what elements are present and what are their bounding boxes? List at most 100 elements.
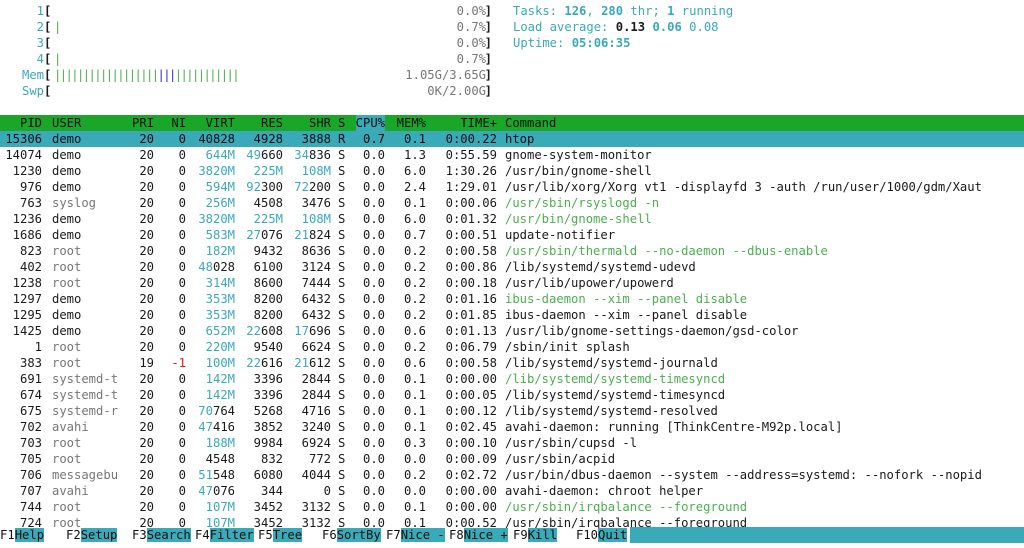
cell-time: 0:00.22	[445, 132, 497, 146]
column-virt[interactable]: VIRT	[206, 115, 235, 131]
table-row[interactable]: 702 avahi 20 0 47416 3852 3240 S 0.0 0.1 0:02.45 av…	[0, 419, 1024, 435]
cell-shr: 3476	[301, 196, 331, 210]
column-pri[interactable]: PRI	[132, 115, 154, 131]
cell-state: S	[338, 180, 346, 194]
cell-time: 0:00.09	[445, 452, 497, 466]
table-row[interactable]: 1238 root 20 0 314M 8600 7444 S 0.0 0.2 0:00.18/us…	[0, 275, 1024, 291]
table-row[interactable]: 691 systemd-t 20 0 142M 3396 2844 S 0.0 0.1 0:00.0…	[0, 371, 1024, 387]
fkey-setup[interactable]: F2Setup	[66, 527, 118, 543]
table-row[interactable]: 705 root 20 0 4548 832 772 S 0.0 0.0 0:00.09/usr/s…	[0, 451, 1024, 467]
table-row[interactable]: 1686 demo 20 0 583M 27076 21824 S 0.0 0.7 0:00.51 u…	[0, 227, 1024, 243]
table-row[interactable]: 1295 demo 20 0 353M 8200 6432 S 0.0 0.2 0:01.85 ibu…	[0, 307, 1024, 323]
cell-user: root	[52, 340, 82, 354]
cell-command: /usr/lib/gnome-settings-daemon/gsd-color	[505, 324, 799, 338]
table-row[interactable]: 675 systemd-r 20 0 70764 5268 4716 S 0.0 0.1 0:00.…	[0, 403, 1024, 419]
table-row[interactable]: 744 root 20 0 107M 3452 3132 S 0.0 0.1 0:00.00/usr…	[0, 499, 1024, 515]
fkey-number: F5	[258, 528, 273, 542]
column-cpu[interactable]: CPU%	[355, 115, 385, 131]
cell-mem: 0.1	[403, 132, 426, 146]
cell-time: 0:01.16	[445, 292, 497, 306]
cell-user: demo	[52, 164, 82, 178]
table-row[interactable]: 707 avahi 20 0 47076 344 0 S 0.0 0.0 0:00.00 avahi-…	[0, 483, 1024, 499]
column-user[interactable]: USER	[52, 115, 81, 131]
cell-pid: 675	[19, 404, 42, 418]
table-row[interactable]: 674 systemd-t 20 0 142M 3396 2844 S 0.0 0.1 0:00.0…	[0, 387, 1024, 403]
cell-ni: 0	[178, 308, 186, 322]
cell-pri: 20	[139, 276, 154, 290]
cell-ni: 0	[178, 324, 186, 338]
table-row[interactable]: 703 root 20 0 188M 9984 6924 S 0.0 0.3 0:00.10/usr…	[0, 435, 1024, 451]
fkey-number: F2	[66, 528, 81, 542]
process-table[interactable]: PID USER PRI NI VIRT RES SHR S CPU% MEM%…	[0, 115, 1024, 531]
cell-mem: 0.2	[403, 292, 426, 306]
meter-label: Mem	[21, 68, 44, 82]
cell-shr: 8636	[301, 244, 331, 258]
table-row[interactable]: 402 root 20 0 48028 6100 3124 S 0.0 0.2 0:00.86/li…	[0, 259, 1024, 275]
cell-user: root	[52, 276, 82, 290]
fkey-quit[interactable]: F10Quit	[576, 527, 628, 543]
cell-virt: 353M	[205, 308, 235, 322]
column-shr[interactable]: SHR	[309, 115, 331, 131]
table-row[interactable]: 1230 demo 20 0 3820M 225M 108M S 0.0 6.0 1:30.26/u…	[0, 163, 1024, 179]
cell-time: 0:00.05	[445, 388, 497, 402]
cell-shr: 108M	[301, 212, 331, 226]
column-pid[interactable]: PID	[20, 115, 42, 131]
cell-mem: 0.3	[403, 436, 426, 450]
cell-user: systemd-t	[52, 372, 119, 386]
table-row[interactable]: 823 root 20 0 182M 9432 8636 S 0.0 0.2 0:00.58/usr…	[0, 243, 1024, 259]
cell-pid: 15306	[5, 132, 42, 146]
cell-virt: 652M	[205, 324, 235, 338]
cell-user: demo	[52, 180, 82, 194]
cell-pri: 20	[139, 420, 154, 434]
cell-cpu: 0.0	[362, 372, 385, 386]
cell-command: /usr/sbin/thermald --no-daemon --dbus-en…	[505, 244, 828, 258]
cell-command: ibus-daemon --xim --panel disable	[505, 308, 748, 322]
cell-pid: 707	[19, 484, 42, 498]
cell-mem: 0.6	[403, 356, 426, 370]
table-row[interactable]: 1297 demo 20 0 353M 8200 6432 S 0.0 0.2 0:01.16 ibu…	[0, 291, 1024, 307]
cell-mem: 0.1	[403, 196, 426, 210]
column-state[interactable]: S	[338, 115, 345, 131]
cell-mem: 0.1	[403, 500, 426, 514]
table-row[interactable]: 763 syslog 20 0 256M 4508 3476 S 0.0 0.1 0:00.06/u…	[0, 195, 1024, 211]
cell-pri: 20	[139, 132, 154, 146]
cell-state: S	[338, 436, 346, 450]
fkey-search[interactable]: F3Search	[132, 527, 191, 543]
table-row[interactable]: 976 demo 20 0 594M 92300 72200 S 0.0 2.4 1:29.01/u…	[0, 179, 1024, 195]
table-row[interactable]: 706 messagebu 20 0 51548 6080 4044 S 0.0 0.2 0:02.…	[0, 467, 1024, 483]
cell-cpu: 0.0	[362, 308, 385, 322]
cell-pri: 20	[139, 372, 154, 386]
table-row[interactable]: 15306 demo 20 0 40828 4928 3888 R 0.7 0.1 0:00.22 h…	[0, 131, 1024, 147]
cell-shr: 72200	[294, 180, 331, 194]
cell-res: 9984	[253, 436, 283, 450]
column-mem[interactable]: MEM%	[397, 115, 426, 131]
cell-cpu: 0.0	[362, 196, 385, 210]
cell-user: avahi	[52, 420, 89, 434]
column-res[interactable]: RES	[261, 115, 283, 131]
column-ni[interactable]: NI	[171, 115, 186, 131]
cell-command: /usr/sbin/acpid	[505, 452, 616, 466]
column-time[interactable]: TIME+	[460, 115, 497, 131]
cell-state: S	[338, 388, 346, 402]
fkey-sortby[interactable]: F6SortBy	[322, 527, 381, 543]
table-row[interactable]: 14074 demo 20 0 644M 49660 34836 S 0.0 1.3 0:55.59…	[0, 147, 1024, 163]
cell-command: /usr/lib/upower/upowerd	[505, 276, 674, 290]
fkey-nice[interactable]: F7Nice -	[386, 527, 445, 543]
fkey-kill[interactable]: F9Kill	[513, 527, 558, 543]
table-row[interactable]: 1425 demo 20 0 652M 22608 17696 S 0.0 0.6 0:01.13 /…	[0, 323, 1024, 339]
table-row[interactable]: 1 root 20 0 220M 9540 6624 S 0.0 0.2 0:06.79/sbin/…	[0, 339, 1024, 355]
meter-label: 3	[36, 36, 44, 50]
cell-pri: 20	[139, 228, 154, 242]
fkey-tree[interactable]: F5Tree	[258, 527, 303, 543]
cell-state: S	[338, 228, 346, 242]
cell-shr: 3124	[301, 260, 331, 274]
column-command[interactable]: Command	[505, 115, 556, 131]
cell-user: systemd-r	[52, 404, 119, 418]
cell-virt: 4548	[205, 452, 235, 466]
fkey-filter[interactable]: F4Filter	[195, 527, 254, 543]
fkey-nice[interactable]: F8Nice +	[449, 527, 508, 543]
fkey-help[interactable]: F1Help	[0, 527, 45, 543]
table-row[interactable]: 383 root 19 -1 100M 22616 21612 S 0.0 0.6 0:00.58 /…	[0, 355, 1024, 371]
table-row[interactable]: 1236 demo 20 0 3820M 225M 108M S 0.0 6.0 0:01.32/u…	[0, 211, 1024, 227]
cell-pid: 703	[19, 436, 42, 450]
